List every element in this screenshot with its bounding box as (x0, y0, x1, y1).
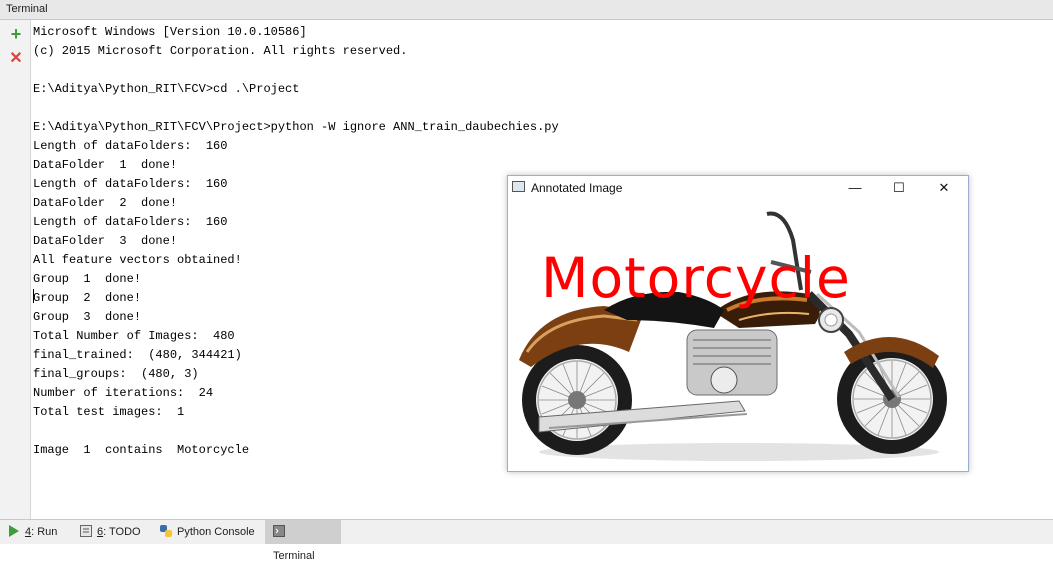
terminal-title-bar: Terminal (0, 0, 1053, 20)
tab-todo-label: : TODO (103, 526, 141, 538)
annotated-image: Motorcycle (509, 202, 967, 470)
window-title-bar[interactable]: Annotated Image — ☐ ✕ (508, 176, 968, 200)
maximize-button[interactable]: ☐ (877, 176, 921, 200)
console-line: (c) 2015 Microsoft Corporation. All righ… (33, 44, 408, 58)
plus-icon[interactable]: + (8, 25, 24, 43)
console-line-text: Group 2 done! (33, 291, 142, 305)
close-icon[interactable]: ✕ (8, 51, 24, 67)
tab-todo[interactable]: 6: TODO (72, 520, 151, 544)
tab-python-console-label: Python Console (177, 526, 255, 538)
terminal-title: Terminal (6, 3, 48, 15)
run-icon (8, 522, 20, 537)
minimize-button[interactable]: — (833, 176, 877, 200)
todo-icon (80, 522, 92, 537)
window-title: Annotated Image (531, 181, 623, 195)
tab-terminal-label: Terminal (273, 550, 315, 562)
tab-python-console[interactable]: Python Console (152, 520, 265, 544)
python-icon (160, 522, 172, 537)
motorcycle-image (519, 211, 947, 461)
terminal-icon (273, 522, 285, 537)
console-line: Length of dataFolders: 160 (33, 139, 228, 153)
bottom-tool-bar: 4: Run 6: TODO Python Console Terminal (0, 519, 1053, 562)
tab-terminal[interactable]: Terminal (265, 520, 341, 562)
terminal-gutter: + ✕ (0, 20, 31, 519)
console-line: E:\Aditya\Python_RIT\FCV\Project>python … (33, 120, 559, 134)
console-line: DataFolder 1 done! (33, 158, 178, 172)
console-line: E:\Aditya\Python_RIT\FCV>cd .\Project (33, 82, 300, 96)
window-close-button[interactable]: ✕ (922, 176, 966, 200)
annotated-image-window[interactable]: Annotated Image — ☐ ✕ Motorcycle (507, 175, 969, 472)
console-line: Microsoft Windows [Version 10.0.10586] (33, 25, 307, 39)
tab-run[interactable]: 4: Run (0, 520, 67, 544)
window-app-icon (512, 181, 525, 192)
annotation-label: Motorcycle (541, 246, 851, 310)
tab-run-label: : Run (31, 526, 58, 538)
